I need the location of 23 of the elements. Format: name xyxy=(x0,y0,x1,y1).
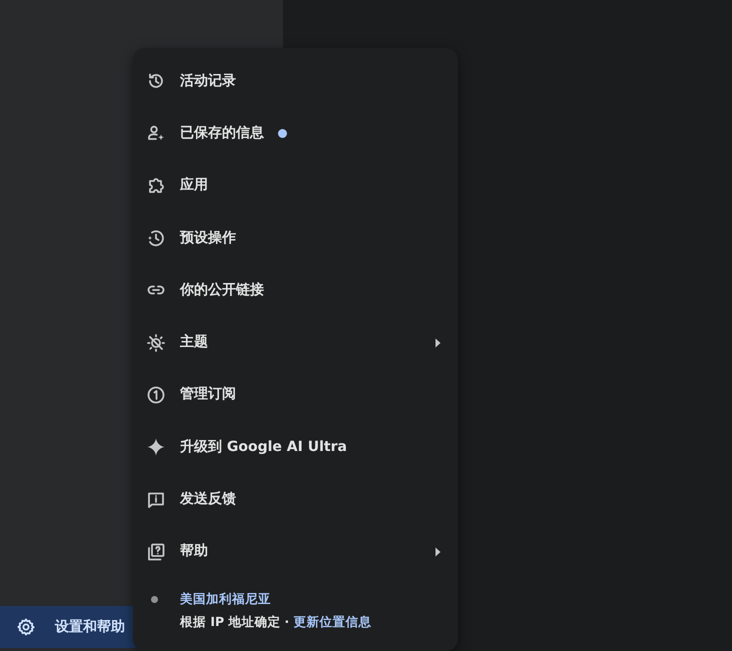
update-location-link[interactable]: 更新位置信息 xyxy=(293,612,372,632)
menu-item[interactable]: 你的公开链接 xyxy=(133,264,458,316)
menu-item[interactable]: 预设操作 xyxy=(133,212,458,264)
puzzle-icon xyxy=(146,176,166,196)
separator-dot: · xyxy=(284,612,290,631)
menu-item[interactable]: 活动记录 xyxy=(133,55,458,108)
number-one-icon xyxy=(146,384,166,405)
location-source: 根据 IP 地址确定 xyxy=(180,612,281,631)
menu-item[interactable]: 应用 xyxy=(133,160,458,212)
feedback-icon xyxy=(146,490,166,510)
clock-sparkle-icon xyxy=(146,228,166,248)
sparkle-icon xyxy=(146,437,166,458)
theme-icon xyxy=(146,332,166,353)
location-dot xyxy=(151,596,158,603)
settings-icon xyxy=(16,617,36,637)
menu-item[interactable]: 已保存的信息 xyxy=(133,107,458,160)
help-icon xyxy=(146,542,166,562)
menu-item[interactable]: 升级到 Google AI Ultra xyxy=(133,421,458,474)
menu-item[interactable]: 帮助 xyxy=(133,526,458,578)
menu-item[interactable]: 发送反馈 xyxy=(133,473,458,526)
menu-item[interactable]: 管理订阅 xyxy=(133,368,458,422)
menu-item[interactable]: 主题 xyxy=(133,316,458,369)
location-name: 美国加利福尼亚 xyxy=(180,590,272,608)
